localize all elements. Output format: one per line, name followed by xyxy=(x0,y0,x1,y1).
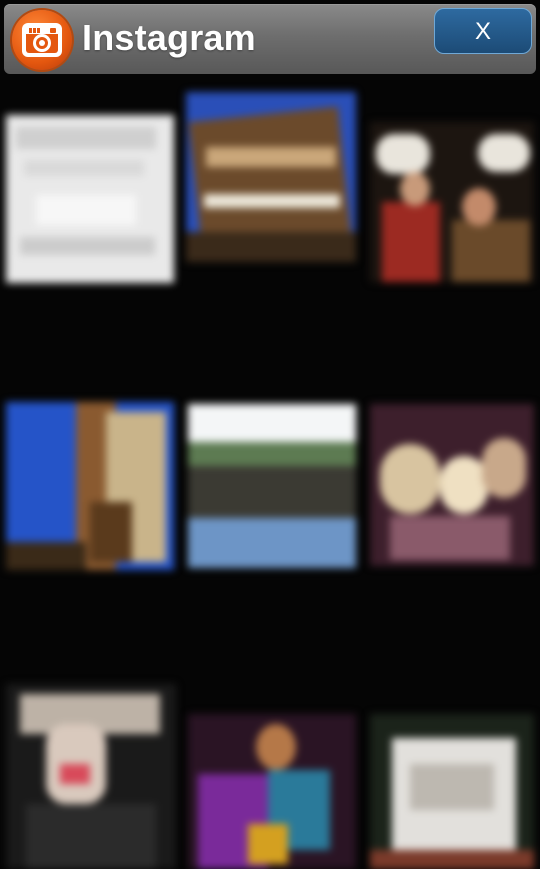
caption xyxy=(4,610,180,646)
list-item[interactable] xyxy=(184,80,360,380)
photo-grid xyxy=(0,80,540,869)
list-item[interactable] xyxy=(4,684,180,869)
close-button[interactable]: X xyxy=(434,8,532,54)
instagram-logo-icon xyxy=(12,10,72,70)
photo-thumbnail[interactable] xyxy=(370,404,534,566)
photo-thumbnail[interactable] xyxy=(370,714,534,869)
list-item[interactable] xyxy=(364,80,540,380)
photo-thumbnail[interactable] xyxy=(370,122,534,282)
photo-thumbnail[interactable] xyxy=(6,684,176,869)
caption xyxy=(184,300,360,336)
list-item[interactable] xyxy=(4,80,180,380)
photo-thumbnail[interactable] xyxy=(6,402,174,570)
list-item[interactable] xyxy=(184,396,360,696)
caption xyxy=(364,332,540,368)
caption xyxy=(4,332,180,368)
list-item[interactable] xyxy=(364,684,540,869)
photo-thumbnail[interactable] xyxy=(186,92,356,262)
app-title: Instagram xyxy=(82,17,256,58)
list-item[interactable] xyxy=(364,396,540,696)
photo-thumbnail[interactable] xyxy=(188,404,356,568)
caption xyxy=(364,610,540,646)
list-item[interactable] xyxy=(184,684,360,869)
photo-thumbnail[interactable] xyxy=(188,714,356,869)
photo-thumbnail[interactable] xyxy=(6,115,174,283)
caption xyxy=(184,610,360,646)
list-item[interactable] xyxy=(4,396,180,696)
app-header: Instagram X xyxy=(4,4,536,74)
